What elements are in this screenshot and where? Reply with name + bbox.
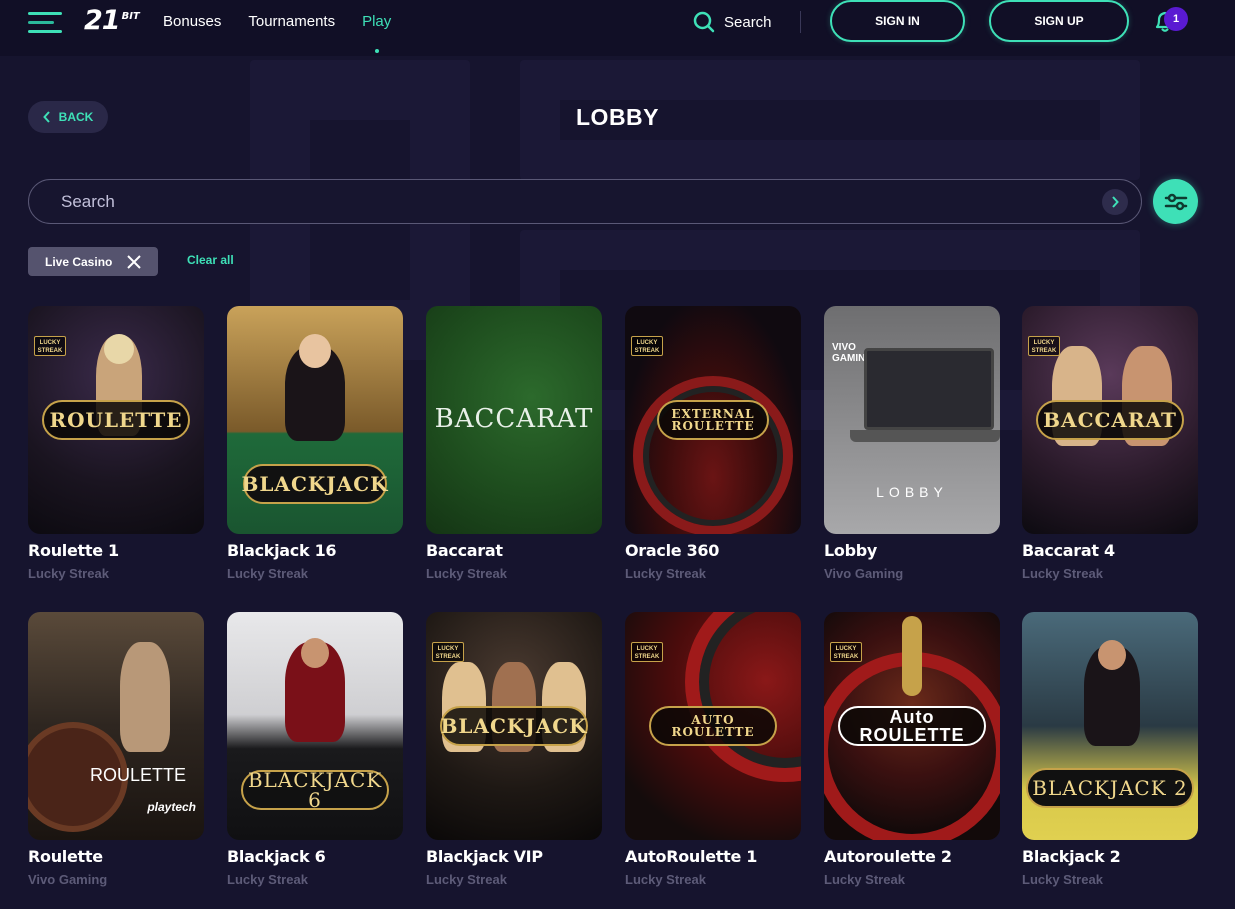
lucky-streak-badge: LUCKY STREAK (34, 336, 66, 356)
game-name: Roulette 1 (28, 541, 119, 560)
game-thumbnail-title: BLACKJACK 6 (241, 769, 389, 810)
game-search-bar (28, 179, 1142, 224)
lucky-streak-badge: LUCKY STREAK (432, 642, 464, 662)
game-provider: Lucky Streak (426, 566, 507, 581)
game-thumbnail: ROULETTE playtech (28, 612, 204, 840)
game-thumbnail: LUCKY STREAK BACCARAT (1022, 306, 1198, 534)
game-name: Blackjack 6 (227, 847, 326, 866)
game-provider: Lucky Streak (227, 566, 308, 581)
game-provider: Vivo Gaming (28, 872, 108, 887)
header-divider (800, 11, 801, 33)
nav-play[interactable]: Play (362, 13, 391, 53)
game-provider: Lucky Streak (28, 566, 109, 581)
game-card[interactable]: BLACKJACK Blackjack 16 Lucky Streak (227, 306, 403, 581)
game-thumbnail-title: ROULETTE (90, 765, 187, 785)
lucky-streak-badge: LUCKY STREAK (631, 336, 663, 356)
game-thumbnail-title: Auto ROULETTE (838, 706, 986, 746)
filter-button[interactable] (1153, 179, 1198, 224)
game-thumbnail-title: AUTO ROULETTE (649, 706, 777, 746)
game-card[interactable]: BACCARAT Baccarat Lucky Streak (426, 306, 602, 581)
game-thumbnail-title: BLACKJACK (440, 706, 588, 746)
game-card[interactable]: VIVO GAMING LOBBY Lobby Vivo Gaming (824, 306, 1000, 581)
game-thumbnail: LUCKY STREAK EXTERNAL ROULETTE (625, 306, 801, 534)
game-thumbnail-title: ROULETTE (42, 400, 190, 440)
game-provider: Lucky Streak (1022, 872, 1103, 887)
lucky-streak-badge: LUCKY STREAK (1028, 336, 1060, 356)
nav-tournaments[interactable]: Tournaments (248, 13, 335, 37)
game-provider: Lucky Streak (824, 872, 905, 887)
game-thumbnail-title: BACCARAT (1036, 400, 1184, 440)
game-provider: Lucky Streak (625, 566, 706, 581)
game-card[interactable]: LUCKY STREAK BACCARAT Baccarat 4 Lucky St… (1022, 306, 1198, 581)
game-card[interactable]: ROULETTE playtech Roulette Vivo Gaming (28, 612, 204, 887)
lucky-streak-badge: LUCKY STREAK (631, 642, 663, 662)
game-thumbnail: BACCARAT (426, 306, 602, 534)
game-thumbnail-title: BACCARAT (434, 404, 594, 434)
game-thumbnail-title: EXTERNAL ROULETTE (657, 400, 769, 440)
close-icon[interactable] (127, 254, 142, 269)
game-name: Oracle 360 (625, 541, 720, 560)
game-provider: Lucky Streak (227, 872, 308, 887)
game-provider: Vivo Gaming (824, 566, 904, 581)
search-icon (693, 11, 715, 33)
sign-in-button[interactable]: SIGN IN (830, 0, 965, 42)
playtech-brand: playtech (147, 800, 196, 814)
game-card[interactable]: LUCKY STREAK Auto ROULETTE Autoroulette 2… (824, 612, 1000, 887)
game-name: Baccarat 4 (1022, 541, 1115, 560)
game-thumbnail: BLACKJACK (227, 306, 403, 534)
filter-chip-live-casino[interactable]: Live Casino (28, 247, 158, 276)
header-search-button[interactable]: Search (693, 11, 772, 33)
lucky-streak-badge: LUCKY STREAK (830, 642, 862, 662)
game-card[interactable]: LUCKY STREAK BLACKJACK Blackjack VIP Luck… (426, 612, 602, 887)
page-title: LOBBY (576, 104, 659, 130)
game-thumbnail: BLACKJACK 6 (227, 612, 403, 840)
game-card[interactable]: LUCKY STREAK ROULETTE Roulette 1 Lucky St… (28, 306, 204, 581)
clear-all-link[interactable]: Clear all (187, 253, 234, 267)
sign-up-button[interactable]: SIGN UP (989, 0, 1129, 42)
game-search-input[interactable] (61, 180, 1101, 223)
game-name: Roulette (28, 847, 103, 866)
game-thumbnail: LUCKY STREAK Auto ROULETTE (824, 612, 1000, 840)
game-name: Blackjack 16 (227, 541, 337, 560)
game-thumbnail: VIVO GAMING LOBBY (824, 306, 1000, 534)
site-logo[interactable]: 21 BIT (84, 5, 140, 39)
logo-text: BIT (121, 11, 140, 22)
game-name: Lobby (824, 541, 878, 560)
game-provider: Lucky Streak (625, 872, 706, 887)
game-provider: Lucky Streak (1022, 566, 1103, 581)
game-thumbnail: BLACKJACK 2 (1022, 612, 1198, 840)
filter-sliders-icon (1164, 193, 1187, 210)
game-thumbnail: LUCKY STREAK ROULETTE (28, 306, 204, 534)
game-thumbnail: LUCKY STREAK BLACKJACK (426, 612, 602, 840)
logo-number: 21 (84, 5, 121, 36)
chevron-right-icon (1112, 196, 1119, 208)
menu-icon[interactable] (28, 12, 62, 34)
nav-bonuses[interactable]: Bonuses (163, 13, 221, 37)
top-header: 21 BIT Bonuses Tournaments Play Search S… (0, 0, 1235, 56)
game-name: Autoroulette 2 (824, 847, 952, 866)
game-name: Blackjack VIP (426, 847, 543, 866)
game-thumbnail-title: BLACKJACK 2 (1026, 767, 1194, 808)
game-thumbnail-title: LOBBY (876, 484, 948, 500)
game-card[interactable]: LUCKY STREAK AUTO ROULETTE AutoRoulette 1… (625, 612, 801, 887)
game-name: AutoRoulette 1 (625, 847, 758, 866)
game-name: Blackjack 2 (1022, 847, 1121, 866)
header-search-label: Search (724, 13, 772, 31)
main-nav: Bonuses Tournaments Play (163, 13, 391, 53)
game-thumbnail-title: BLACKJACK (241, 463, 388, 504)
notification-badge: 1 (1164, 7, 1188, 31)
game-card[interactable]: LUCKY STREAK EXTERNAL ROULETTE Oracle 360… (625, 306, 801, 581)
game-card[interactable]: BLACKJACK 2 Blackjack 2 Lucky Streak (1022, 612, 1198, 887)
game-thumbnail: LUCKY STREAK AUTO ROULETTE (625, 612, 801, 840)
game-name: Baccarat (426, 541, 503, 560)
game-card[interactable]: BLACKJACK 6 Blackjack 6 Lucky Streak (227, 612, 403, 887)
search-submit-button[interactable] (1102, 189, 1128, 215)
game-provider: Lucky Streak (426, 872, 507, 887)
filter-chip-label: Live Casino (45, 254, 113, 269)
